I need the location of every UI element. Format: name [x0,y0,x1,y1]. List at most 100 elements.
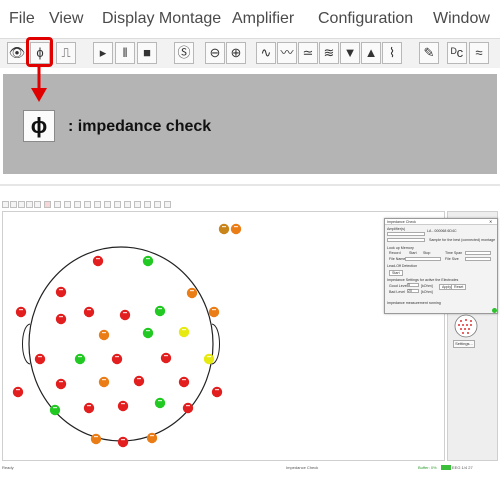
electrode[interactable] [160,352,172,364]
menu-window[interactable]: Window [433,10,490,28]
electrode-label-mark [87,309,91,311]
electrode[interactable] [12,386,24,398]
electrode-label-mark [234,226,238,228]
electrode[interactable] [83,306,95,318]
mini-tool-button[interactable] [84,201,91,208]
mini-tool-button[interactable] [144,201,151,208]
amplifier-value: LA - 000068 6D4C [427,229,457,233]
triangle-up-icon[interactable]: ▲ [361,42,381,64]
start-record-button[interactable]: Start [409,251,417,255]
mini-tool-button[interactable] [26,201,33,208]
electrode[interactable] [218,223,230,235]
menu-display-montage[interactable]: Display Montage [102,10,221,28]
mini-tool-button[interactable] [54,201,61,208]
mini-tool-button[interactable] [164,201,171,208]
stop-icon[interactable]: ■ [137,42,157,64]
pulse-icon[interactable]: ⎍ [56,42,76,64]
electrode[interactable] [142,255,154,267]
mini-tool-button[interactable] [114,201,121,208]
close-icon[interactable]: ✕ [489,219,492,224]
electrode[interactable] [98,329,110,341]
mini-tool-button[interactable] [134,201,141,208]
file-name-field[interactable] [405,257,441,261]
lead-off-start-button[interactable]: Start [389,270,403,276]
s-icon[interactable]: Ⓢ [174,42,194,64]
electrode-label-mark [87,405,91,407]
electrode[interactable] [98,376,110,388]
electrode[interactable] [55,378,67,390]
menu-file[interactable]: File [9,10,35,28]
electrode[interactable] [117,436,129,448]
electrode[interactable] [117,400,129,412]
electrode[interactable] [92,255,104,267]
electrode-label-mark [115,356,119,358]
electrode-label-mark [212,309,216,311]
electrode[interactable] [182,402,194,414]
zoom-out-icon[interactable]: ⊖ [205,42,225,64]
electrode[interactable] [142,327,154,339]
montage-checkbox-label[interactable]: Sample for the best (connected) montage [429,238,495,242]
settings-button[interactable]: Settings... [453,340,475,348]
electrode[interactable] [203,353,215,365]
electrode[interactable] [83,402,95,414]
zoom-in-icon[interactable]: ⊕ [226,42,246,64]
reset-button[interactable]: Reset [451,284,467,290]
mini-tool-button[interactable] [74,201,81,208]
electrode[interactable] [34,353,46,365]
menu-bar: File View Display Montage Amplifier Conf… [0,0,500,38]
toolbar: 👁 ϕ ⎍ ▸ ǁ ■ Ⓢ ⊖ ⊕ ∿ 〰 ≃ ≋ ▼ ▲ ⌇ ✎ ᴰc ≈ [0,38,500,68]
electrode[interactable] [119,309,131,321]
divider [0,184,500,186]
electrode[interactable] [133,375,145,387]
mini-tool-button[interactable] [10,201,17,208]
electrode[interactable] [90,433,102,445]
menu-amplifier[interactable]: Amplifier [232,10,294,28]
electrode[interactable] [146,432,158,444]
electrode[interactable] [186,287,198,299]
mini-tool-button[interactable] [34,201,41,208]
electrode[interactable] [111,353,123,365]
electrode[interactable] [178,326,190,338]
bad-level-value: 20 [408,289,412,293]
dc-icon[interactable]: ᴰc [447,42,467,64]
menu-view[interactable]: View [49,10,83,28]
menu-configuration[interactable]: Configuration [318,10,413,28]
electrode[interactable] [15,306,27,318]
electrode[interactable] [74,353,86,365]
pen-icon[interactable]: ✎ [419,42,439,64]
mini-tool-button[interactable] [124,201,131,208]
electrode[interactable] [154,305,166,317]
marker-icon[interactable]: ⌇ [382,42,402,64]
mini-tool-button[interactable] [154,201,161,208]
mini-tool-button[interactable] [18,201,25,208]
electrode[interactable] [154,397,166,409]
wave2-icon[interactable]: 〰 [277,42,297,64]
mini-tool-button[interactable] [104,201,111,208]
file-size-field[interactable] [465,257,491,261]
amplifier-select-2[interactable] [387,238,425,242]
triangle-down-icon[interactable]: ▼ [340,42,360,64]
mini-tool-button[interactable] [94,201,101,208]
electrode[interactable] [55,286,67,298]
dialog-titlebar: Impedance Check ✕ [385,219,497,225]
electrode[interactable] [178,376,190,388]
electrode[interactable] [49,404,61,416]
wave-icon[interactable]: ∿ [256,42,276,64]
pause-icon[interactable]: ǁ [115,42,135,64]
play-icon[interactable]: ▸ [93,42,113,64]
mini-tool-button[interactable] [44,201,51,208]
wave3-icon[interactable]: ≃ [298,42,318,64]
notch-icon[interactable]: ≈ [469,42,489,64]
amplifier-label: Amplifier(s) [387,227,406,231]
electrode[interactable] [230,223,242,235]
time-span-field[interactable] [465,251,491,255]
electrode[interactable] [211,386,223,398]
stop-record-button[interactable]: Stop [423,251,430,255]
electrode[interactable] [208,306,220,318]
eye-icon[interactable]: 👁 [7,42,27,64]
amplifier-select[interactable] [387,232,425,236]
mini-tool-button[interactable] [2,201,9,208]
mini-tool-button[interactable] [64,201,71,208]
electrode[interactable] [55,313,67,325]
filter-icon[interactable]: ≋ [319,42,339,64]
